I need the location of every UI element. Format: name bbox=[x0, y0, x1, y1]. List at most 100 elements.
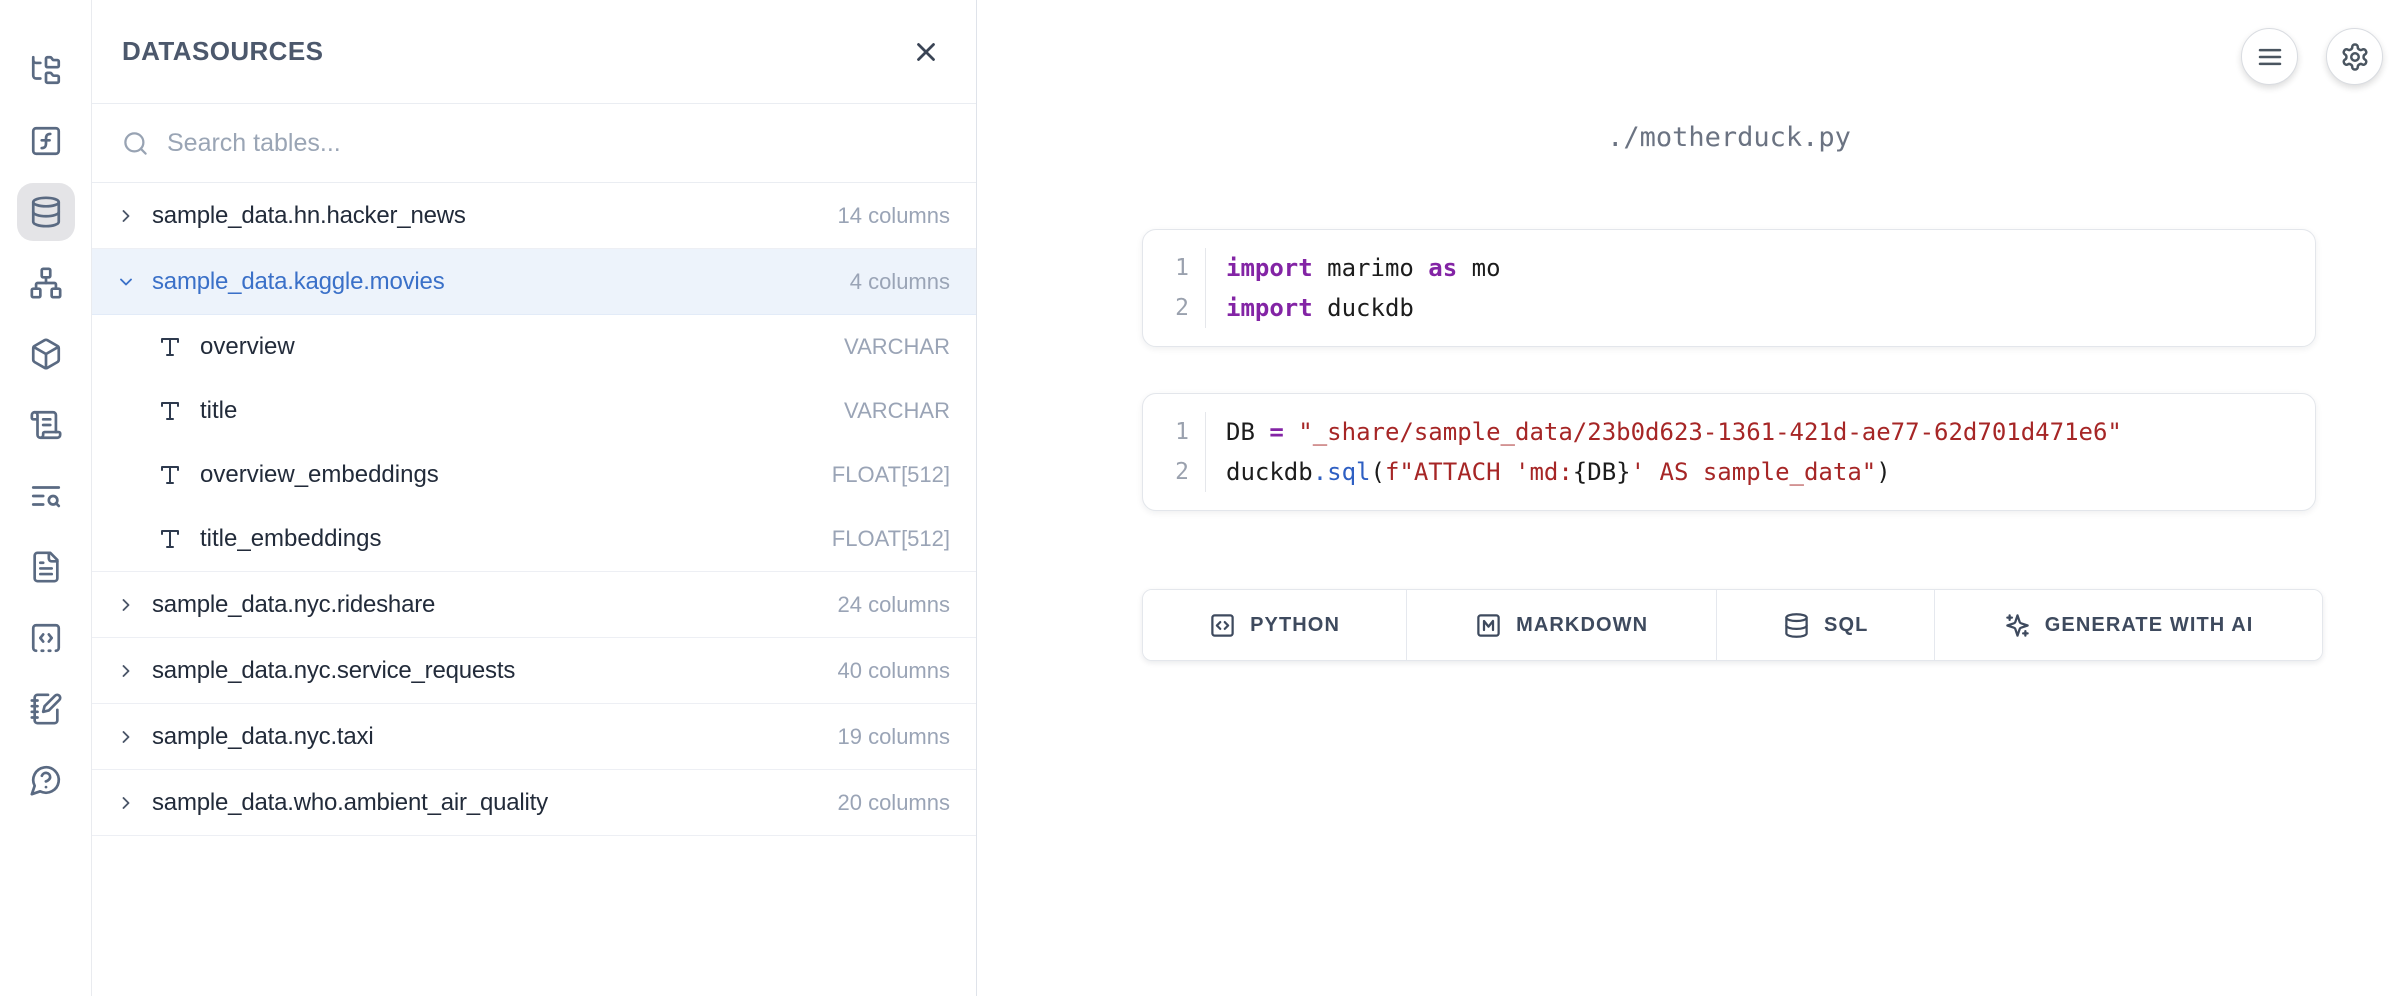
line-number: 1 bbox=[1143, 248, 1205, 288]
column-row[interactable]: overview VARCHAR bbox=[92, 315, 976, 379]
chevron-right-icon bbox=[116, 206, 136, 226]
column-name: overview bbox=[200, 333, 826, 361]
code-text: duckdb.sql(f"ATTACH 'md:{DB}' AS sample_… bbox=[1205, 452, 2315, 492]
datasources-panel: DATASOURCES sample_data.hn.hacker_news 14… bbox=[92, 0, 977, 996]
chevron-right-icon bbox=[116, 793, 136, 813]
code-text: import duckdb bbox=[1205, 288, 2315, 328]
code-line: 2import duckdb bbox=[1143, 288, 2315, 328]
panel-title: DATASOURCES bbox=[122, 36, 323, 67]
text-search-icon bbox=[29, 479, 63, 513]
table-row[interactable]: sample_data.nyc.service_requests 40 colum… bbox=[92, 638, 976, 704]
sidebar-item-scratchpad[interactable] bbox=[10, 673, 81, 744]
search-icon bbox=[122, 130, 149, 157]
table-row[interactable]: sample_data.hn.hacker_news 14 columns bbox=[92, 183, 976, 249]
column-type: FLOAT[512] bbox=[832, 526, 950, 552]
add-cell-markdown-button[interactable]: MARKDOWN bbox=[1407, 590, 1717, 660]
table-columns-count: 14 columns bbox=[837, 203, 950, 229]
column-group: overview VARCHAR title VARCHAR overview_embe… bbox=[92, 315, 976, 572]
code-cell[interactable]: 1import marimo as mo2import duckdb bbox=[1142, 229, 2316, 347]
sidebar-item-documentation[interactable] bbox=[10, 531, 81, 602]
code-text: DB = "_share/sample_data/23b0d623-1361-4… bbox=[1205, 412, 2315, 452]
column-type: VARCHAR bbox=[844, 334, 950, 360]
add-cell-sql-button[interactable]: SQL bbox=[1717, 590, 1935, 660]
type-icon bbox=[158, 527, 182, 551]
notebook-content: ./motherduck.py 1import marimo as mo2imp… bbox=[1142, 0, 2316, 661]
table-name: sample_data.who.ambient_air_quality bbox=[152, 789, 821, 817]
function-square-icon bbox=[29, 124, 63, 158]
type-icon bbox=[158, 463, 182, 487]
add-cell-button-label: SQL bbox=[1824, 614, 1868, 637]
notebook-filename[interactable]: ./motherduck.py bbox=[1142, 122, 2316, 153]
table-columns-count: 19 columns bbox=[837, 724, 950, 750]
column-row[interactable]: title VARCHAR bbox=[92, 379, 976, 443]
type-icon bbox=[158, 399, 182, 423]
sidebar-item-help[interactable] bbox=[10, 744, 81, 815]
column-name: title bbox=[200, 397, 826, 425]
table-name: sample_data.kaggle.movies bbox=[152, 268, 834, 296]
square-dashed-code-icon bbox=[29, 621, 63, 655]
table-row[interactable]: sample_data.nyc.rideshare 24 columns bbox=[92, 572, 976, 638]
sidebar-item-dependencies[interactable] bbox=[10, 247, 81, 318]
settings-button[interactable] bbox=[2326, 28, 2383, 85]
sidebar-item-datasources[interactable] bbox=[10, 176, 81, 247]
code-cell[interactable]: 1DB = "_share/sample_data/23b0d623-1361-… bbox=[1142, 393, 2316, 511]
table-list: sample_data.hn.hacker_news14 columnssamp… bbox=[92, 183, 976, 836]
table-columns-count: 4 columns bbox=[850, 269, 950, 295]
sidebar-item-snippets[interactable] bbox=[10, 602, 81, 673]
editor-area: ./motherduck.py 1import marimo as mo2imp… bbox=[978, 0, 2399, 996]
x-icon bbox=[911, 37, 941, 67]
table-name: sample_data.nyc.service_requests bbox=[152, 657, 821, 685]
search-input[interactable] bbox=[167, 129, 946, 158]
activity-bar bbox=[0, 0, 92, 996]
table-row[interactable]: sample_data.who.ambient_air_quality 20 co… bbox=[92, 770, 976, 836]
table-name: sample_data.hn.hacker_news bbox=[152, 202, 821, 230]
type-icon bbox=[158, 335, 182, 359]
close-panel-button[interactable] bbox=[906, 32, 946, 72]
chevron-right-icon bbox=[116, 661, 136, 681]
table-columns-count: 40 columns bbox=[837, 658, 950, 684]
add-cell-python-button[interactable]: PYTHON bbox=[1143, 590, 1407, 660]
table-columns-count: 20 columns bbox=[837, 790, 950, 816]
scroll-text-icon bbox=[29, 408, 63, 442]
column-type: VARCHAR bbox=[844, 398, 950, 424]
folder-tree-icon bbox=[29, 53, 63, 87]
message-question-icon bbox=[29, 763, 63, 797]
table-row[interactable]: sample_data.kaggle.movies 4 columns bbox=[92, 249, 976, 315]
square-m-icon bbox=[1475, 612, 1502, 639]
add-cell-bar: PYTHON MARKDOWN SQL GENERATE WITH AI bbox=[1142, 589, 2323, 661]
add-cell-button-label: PYTHON bbox=[1250, 614, 1340, 637]
table-name: sample_data.nyc.taxi bbox=[152, 723, 821, 751]
column-row[interactable]: overview_embeddingsFLOAT[512] bbox=[92, 443, 976, 507]
search-bar bbox=[92, 104, 976, 183]
panel-header: DATASOURCES bbox=[92, 0, 976, 104]
column-name: title_embeddings bbox=[200, 525, 814, 553]
square-code-icon bbox=[1209, 612, 1236, 639]
cells-container: 1import marimo as mo2import duckdb1DB = … bbox=[1142, 229, 2316, 511]
add-cell-button-label: MARKDOWN bbox=[1516, 614, 1648, 637]
line-number: 1 bbox=[1143, 412, 1205, 452]
table-name: sample_data.nyc.rideshare bbox=[152, 591, 821, 619]
box-icon bbox=[29, 337, 63, 371]
sidebar-item-file-explorer[interactable] bbox=[10, 34, 81, 105]
line-number: 2 bbox=[1143, 452, 1205, 492]
chevron-right-icon bbox=[116, 595, 136, 615]
column-name: overview_embeddings bbox=[200, 461, 814, 489]
sidebar-item-variables[interactable] bbox=[10, 105, 81, 176]
sidebar-item-packages[interactable] bbox=[10, 318, 81, 389]
file-text-icon bbox=[29, 550, 63, 584]
table-columns-count: 24 columns bbox=[837, 592, 950, 618]
code-line: 1import marimo as mo bbox=[1143, 248, 2315, 288]
add-cell-button-label: GENERATE WITH AI bbox=[2045, 614, 2254, 637]
database-icon bbox=[1783, 612, 1810, 639]
sidebar-item-tracebacks[interactable] bbox=[10, 460, 81, 531]
add-cell-generate-with-ai-button[interactable]: GENERATE WITH AI bbox=[1935, 590, 2322, 660]
code-line: 2duckdb.sql(f"ATTACH 'md:{DB}' AS sample… bbox=[1143, 452, 2315, 492]
table-row[interactable]: sample_data.nyc.taxi 19 columns bbox=[92, 704, 976, 770]
sidebar-item-logs[interactable] bbox=[10, 389, 81, 460]
network-icon bbox=[29, 266, 63, 300]
column-row[interactable]: title_embeddings FLOAT[512] bbox=[92, 507, 976, 571]
database-icon bbox=[29, 195, 63, 229]
chevron-down-icon bbox=[116, 272, 136, 292]
line-number: 2 bbox=[1143, 288, 1205, 328]
sparkles-icon bbox=[2004, 612, 2031, 639]
